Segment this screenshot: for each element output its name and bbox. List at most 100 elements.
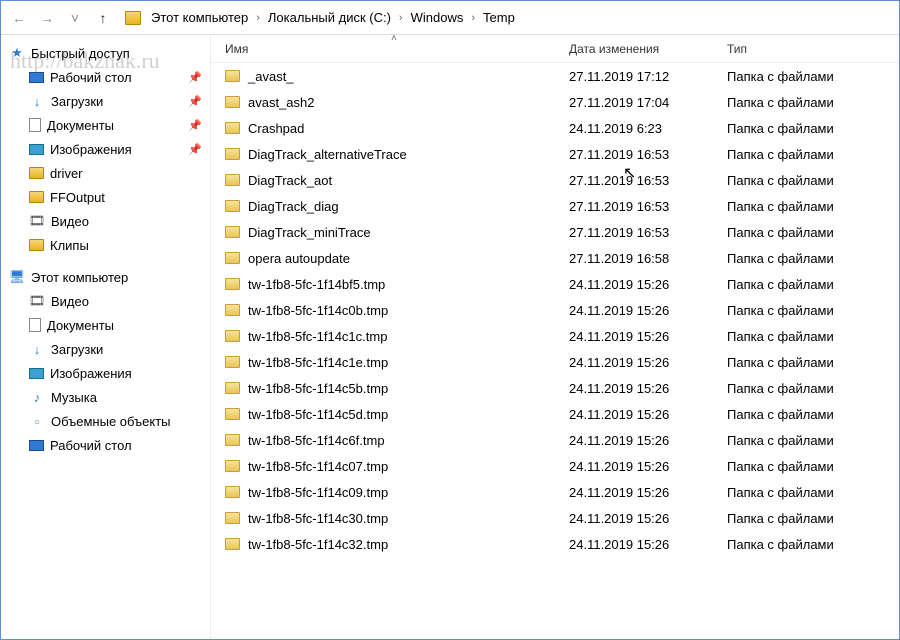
folder-icon [125, 11, 141, 25]
file-type: Папка с файлами [727, 147, 899, 162]
sidebar-item[interactable]: Рабочий стол [1, 433, 210, 457]
sidebar-item-label: Документы [47, 118, 114, 133]
file-date: 27.11.2019 16:53 [569, 225, 727, 240]
file-row[interactable]: tw-1fb8-5fc-1f14c09.tmp24.11.2019 15:26П… [211, 479, 899, 505]
sidebar-item[interactable]: Изображения [1, 361, 210, 385]
nav-recent-dropdown[interactable]: ˅ [63, 6, 87, 30]
breadcrumb-item[interactable]: Windows [409, 8, 466, 27]
video-icon: 🎞 [29, 293, 45, 309]
file-date: 24.11.2019 15:26 [569, 485, 727, 500]
chevron-right-icon[interactable]: › [469, 12, 477, 24]
file-row[interactable]: tw-1fb8-5fc-1f14c1c.tmp24.11.2019 15:26П… [211, 323, 899, 349]
file-name: opera autoupdate [248, 251, 350, 266]
sidebar-item[interactable]: driver [1, 161, 210, 185]
file-row[interactable]: tw-1fb8-5fc-1f14c5d.tmp24.11.2019 15:26П… [211, 401, 899, 427]
file-name: DiagTrack_aot [248, 173, 332, 188]
sidebar-item[interactable]: 🎞 Видео [1, 289, 210, 313]
folder-icon [225, 252, 240, 264]
column-headers: ˄ Имя Дата изменения Тип [211, 35, 899, 63]
folder-icon [225, 174, 240, 186]
file-date: 24.11.2019 15:26 [569, 511, 727, 526]
pictures-icon [29, 368, 44, 379]
sidebar-item[interactable]: Клипы [1, 233, 210, 257]
folder-icon [225, 200, 240, 212]
file-type: Папка с файлами [727, 407, 899, 422]
obj-icon: ▫ [29, 413, 45, 429]
folder-icon [225, 278, 240, 290]
file-name: tw-1fb8-5fc-1f14c5b.tmp [248, 381, 388, 396]
sidebar-item[interactable]: Рабочий стол📌 [1, 65, 210, 89]
file-type: Папка с файлами [727, 459, 899, 474]
desktop-icon [29, 72, 44, 83]
file-date: 27.11.2019 16:53 [569, 147, 727, 162]
nav-back-button[interactable]: ← [7, 6, 31, 30]
document-icon [29, 118, 41, 132]
file-type: Папка с файлами [727, 537, 899, 552]
file-row[interactable]: opera autoupdate27.11.2019 16:58Папка с … [211, 245, 899, 271]
breadcrumb-item[interactable]: Этот компьютер [149, 8, 250, 27]
file-name: DiagTrack_miniTrace [248, 225, 371, 240]
file-type: Папка с файлами [727, 511, 899, 526]
column-header-date[interactable]: Дата изменения [569, 42, 727, 56]
file-name: DiagTrack_alternativeTrace [248, 147, 407, 162]
breadcrumb-item[interactable]: Локальный диск (C:) [266, 8, 393, 27]
file-name: _avast_ [248, 69, 294, 84]
file-row[interactable]: DiagTrack_alternativeTrace 27.11.2019 16:… [211, 141, 899, 167]
navigation-pane: ★ Быстрый доступ Рабочий стол📌 ↓Загрузки 📌… [1, 35, 211, 639]
file-row[interactable]: tw-1fb8-5fc-1f14c0b.tmp24.11.2019 15:26П… [211, 297, 899, 323]
nav-up-button[interactable]: ↑ [91, 6, 115, 30]
sidebar-item-label: Загрузки [51, 342, 103, 357]
folder-icon [225, 460, 240, 472]
file-row[interactable]: DiagTrack_aot27.11.2019 16:53Папка с фай… [211, 167, 899, 193]
file-row[interactable]: tw-1fb8-5fc-1f14c32.tmp24.11.2019 15:26П… [211, 531, 899, 557]
file-name: tw-1fb8-5fc-1f14c0b.tmp [248, 303, 388, 318]
sidebar-item[interactable]: FFOutput [1, 185, 210, 209]
column-header-name[interactable]: Имя [225, 42, 569, 56]
file-row[interactable]: DiagTrack_miniTrace27.11.2019 16:53Папка… [211, 219, 899, 245]
file-name: tw-1fb8-5fc-1f14c6f.tmp [248, 433, 385, 448]
pin-icon: 📌 [188, 95, 202, 108]
folder-icon [225, 486, 240, 498]
nav-forward-button[interactable]: → [35, 6, 59, 30]
file-type: Папка с файлами [727, 251, 899, 266]
file-date: 24.11.2019 15:26 [569, 459, 727, 474]
desktop-icon [29, 440, 44, 451]
sort-indicator-icon: ˄ [391, 35, 397, 44]
file-type: Папка с файлами [727, 95, 899, 110]
sidebar-item[interactable]: 🎞Видео [1, 209, 210, 233]
sidebar-item[interactable]: ↓Загрузки📌 [1, 89, 210, 113]
file-date: 27.11.2019 17:12 [569, 69, 727, 84]
sidebar-item[interactable]: Документы📌 [1, 113, 210, 137]
breadcrumb: Этот компьютер › Локальный диск (C:) › W… [119, 8, 517, 27]
chevron-right-icon[interactable]: › [254, 12, 262, 24]
chevron-right-icon[interactable]: › [397, 12, 405, 24]
sidebar-item-label: Видео [51, 294, 89, 309]
folder-icon [225, 434, 240, 446]
sidebar-item[interactable]: Документы [1, 313, 210, 337]
file-row[interactable]: tw-1fb8-5fc-1f14c07.tmp24.11.2019 15:26П… [211, 453, 899, 479]
column-header-type[interactable]: Тип [727, 42, 899, 56]
file-row[interactable]: _avast_27.11.2019 17:12Папка с файлами [211, 63, 899, 89]
sidebar-item-label: Загрузки [51, 94, 103, 109]
file-row[interactable]: DiagTrack_diag27.11.2019 16:53Папка с фа… [211, 193, 899, 219]
this-pc-node[interactable]: 🖥 Этот компьютер [1, 265, 210, 289]
file-row[interactable]: avast_ash227.11.2019 17:04Папка с файлам… [211, 89, 899, 115]
breadcrumb-item[interactable]: Temp [481, 8, 517, 27]
sidebar-item-label: Рабочий стол [50, 438, 132, 453]
folder-icon [29, 191, 44, 203]
file-row[interactable]: tw-1fb8-5fc-1f14c5b.tmp24.11.2019 15:26П… [211, 375, 899, 401]
file-row[interactable]: tw-1fb8-5fc-1f14c30.tmp24.11.2019 15:26П… [211, 505, 899, 531]
file-type: Папка с файлами [727, 121, 899, 136]
folder-icon [225, 382, 240, 394]
sidebar-item[interactable]: ↓Загрузки [1, 337, 210, 361]
sidebar-item[interactable]: ♪Музыка [1, 385, 210, 409]
file-row[interactable]: tw-1fb8-5fc-1f14c6f.tmp24.11.2019 15:26П… [211, 427, 899, 453]
file-row[interactable]: Crashpad24.11.2019 6:23Папка с файлами [211, 115, 899, 141]
file-row[interactable]: tw-1fb8-5fc-1f14bf5.tmp24.11.2019 15:26П… [211, 271, 899, 297]
quick-access-node[interactable]: ★ Быстрый доступ [1, 41, 210, 65]
sidebar-item[interactable]: Изображения📌 [1, 137, 210, 161]
sidebar-item-label: FFOutput [50, 190, 105, 205]
sidebar-item[interactable]: ▫Объемные объекты [1, 409, 210, 433]
folder-icon [225, 96, 240, 108]
file-row[interactable]: tw-1fb8-5fc-1f14c1e.tmp24.11.2019 15:26П… [211, 349, 899, 375]
